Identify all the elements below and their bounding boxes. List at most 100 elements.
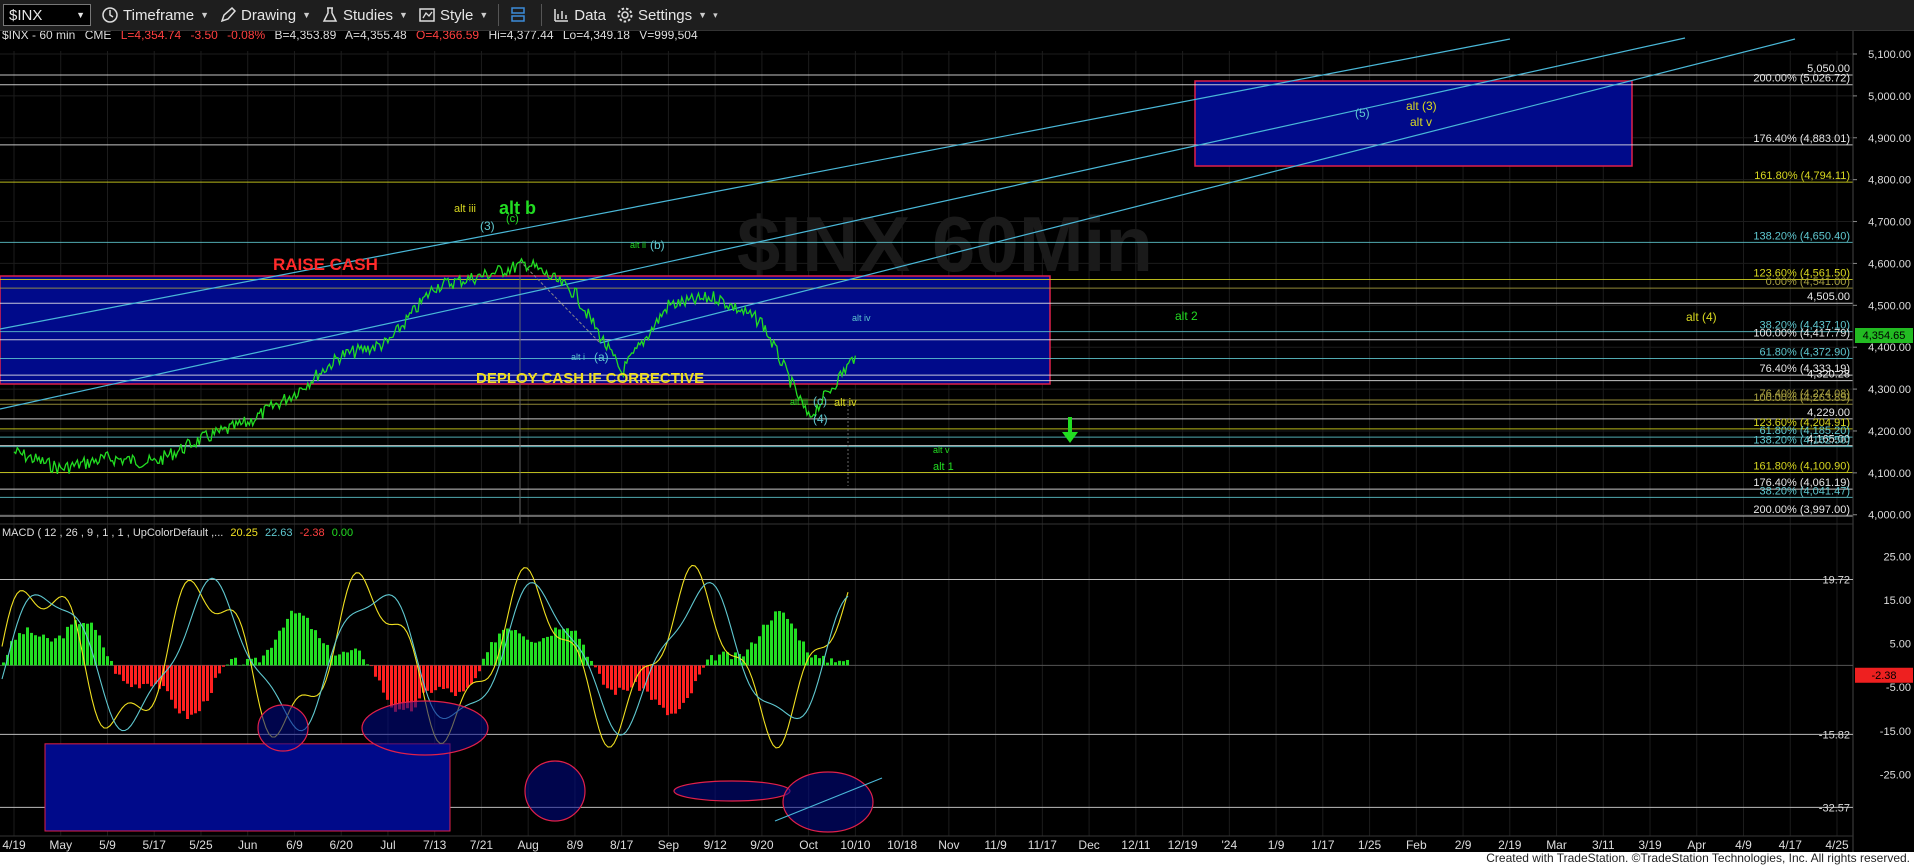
price-tick-label: 4,700.00	[1868, 217, 1911, 229]
price-tick-label: 4,200.00	[1868, 426, 1911, 438]
macd-histogram-bar	[706, 659, 709, 666]
macd-histogram-bar	[542, 638, 545, 666]
macd-histogram-bar	[382, 665, 385, 693]
style-button[interactable]: Style ▼	[418, 2, 488, 28]
toolbar-divider	[498, 4, 500, 26]
price-tick-label: 4,800.00	[1868, 175, 1911, 187]
info-ask: A=4,355.48	[345, 31, 407, 42]
toolbar-divider	[541, 4, 543, 26]
macd-histogram-bar	[298, 612, 301, 666]
time-tick-label: Jul	[380, 838, 395, 852]
macd-histogram-bar	[454, 665, 457, 696]
macd-histogram-bar	[334, 655, 337, 666]
macd-highlight-ellipse	[361, 700, 489, 756]
macd-histogram-bar	[558, 629, 561, 666]
fib-level-label: 4,505.00	[1807, 291, 1850, 303]
info-low: Lo=4,349.18	[563, 31, 630, 42]
macd-histogram-bar	[510, 630, 513, 666]
studies-button[interactable]: Studies ▼	[321, 2, 408, 28]
time-tick-label: 1/9	[1268, 838, 1285, 852]
fib-level-label: 176.40% (4,883.01)	[1753, 133, 1850, 145]
macd-highlight-ellipse	[782, 771, 874, 833]
macd-histogram-bar	[194, 665, 197, 714]
macd-title: MACD ( 12 , 26 , 9 , 1 , 1 , UpColorDefa…	[2, 527, 223, 539]
drawing-label: Drawing	[241, 6, 297, 24]
macd-histogram-bar	[786, 618, 789, 666]
macd-histogram-bar	[730, 659, 733, 666]
time-tick-label: 6/9	[286, 838, 303, 852]
fib-level-label: 161.80% (4,100.90)	[1753, 460, 1850, 472]
macd-histogram-bar	[594, 665, 597, 668]
chevron-down-icon: ▼	[200, 10, 210, 20]
macd-histogram-bar	[114, 665, 117, 674]
symbol-input[interactable]: $INX ▼	[3, 4, 91, 26]
macd-histogram-bar	[790, 623, 793, 666]
time-tick-label: 4/19	[2, 838, 26, 852]
gear-icon	[617, 7, 633, 23]
style-label: Style	[439, 6, 474, 24]
wave-label-alt-iii: alt iii	[454, 203, 476, 215]
studies-label: Studies	[343, 6, 394, 24]
macd-histogram-bar	[550, 635, 553, 666]
macd-reference-label: -15.82	[1819, 729, 1850, 741]
chart-watermark: $INX 60Min	[737, 200, 1153, 288]
symbol-value: $INX	[9, 6, 43, 24]
macd-histogram-bar	[766, 624, 769, 666]
macd-histogram-bar	[626, 665, 629, 691]
data-button[interactable]: Data	[552, 2, 606, 28]
drawing-button[interactable]: Drawing ▼	[219, 2, 311, 28]
macd-histogram-bar	[2, 662, 5, 666]
macd-histogram-bar	[390, 665, 393, 708]
time-tick-label: 10/18	[887, 838, 917, 852]
wave-label-alt-i: alt i	[571, 352, 585, 362]
wave-label-alt-v-top: alt v	[1410, 115, 1432, 129]
timeframe-button[interactable]: Timeframe ▼	[101, 2, 209, 28]
macd-histogram-bar	[42, 634, 45, 666]
data-label: Data	[574, 6, 606, 24]
time-tick-label: Dec	[1078, 838, 1099, 852]
macd-histogram-bar	[122, 665, 125, 682]
macd-histogram-bar	[102, 647, 105, 666]
macd-diff-value: -2.38	[300, 527, 325, 539]
macd-histogram-bar	[434, 665, 437, 691]
macd-histogram-bar	[350, 650, 353, 666]
wave-label-c-low: (c)	[813, 394, 827, 408]
layout-button[interactable]	[509, 2, 531, 28]
macd-tick-label: -5.00	[1886, 682, 1911, 694]
macd-histogram-bar	[662, 665, 665, 708]
macd-histogram-bar	[370, 665, 373, 667]
info-high: Hi=4,377.44	[488, 31, 553, 42]
macd-histogram-bar	[90, 622, 93, 666]
macd-histogram-bar	[758, 636, 761, 666]
macd-oversold-box	[44, 743, 451, 832]
macd-histogram-bar	[746, 649, 749, 666]
macd-histogram-bar	[478, 665, 481, 672]
macd-histogram-bar	[834, 662, 837, 666]
macd-histogram-bar	[658, 665, 661, 705]
macd-histogram-bar	[450, 665, 453, 693]
macd-histogram-bar	[778, 611, 781, 666]
fib-level-label: 200.00% (5,026.72)	[1753, 73, 1850, 85]
macd-histogram-bar	[438, 665, 441, 687]
macd-histogram-bar	[242, 664, 245, 666]
macd-histogram-bar	[266, 649, 269, 666]
wave-label-alt-2: alt 2	[1175, 309, 1198, 323]
macd-histogram-bar	[170, 665, 173, 700]
macd-histogram-bar	[46, 638, 49, 666]
footer: Created with TradeStation. ©TradeStation…	[0, 851, 1914, 865]
price-tick-label: 4,000.00	[1868, 510, 1911, 522]
macd-histogram-bar	[426, 665, 429, 691]
time-tick-label: Feb	[1406, 838, 1427, 852]
macd-histogram-bar	[214, 665, 217, 678]
info-exchange: CME	[85, 31, 112, 42]
chart-area[interactable]: $INX 60Min $INX - 60 min CME L=4,354.74 …	[0, 31, 1914, 852]
settings-button[interactable]: Settings ▼ ▾	[616, 2, 718, 28]
macd-histogram-bar	[30, 632, 33, 666]
macd-histogram-bar	[178, 665, 181, 714]
wave-label-b: (b)	[650, 238, 665, 252]
macd-histogram-bar	[446, 665, 449, 689]
macd-histogram-bar	[482, 658, 485, 666]
macd-histogram-bar	[118, 665, 121, 675]
macd-histogram-bar	[26, 627, 29, 666]
macd-histogram-bar	[278, 630, 281, 666]
